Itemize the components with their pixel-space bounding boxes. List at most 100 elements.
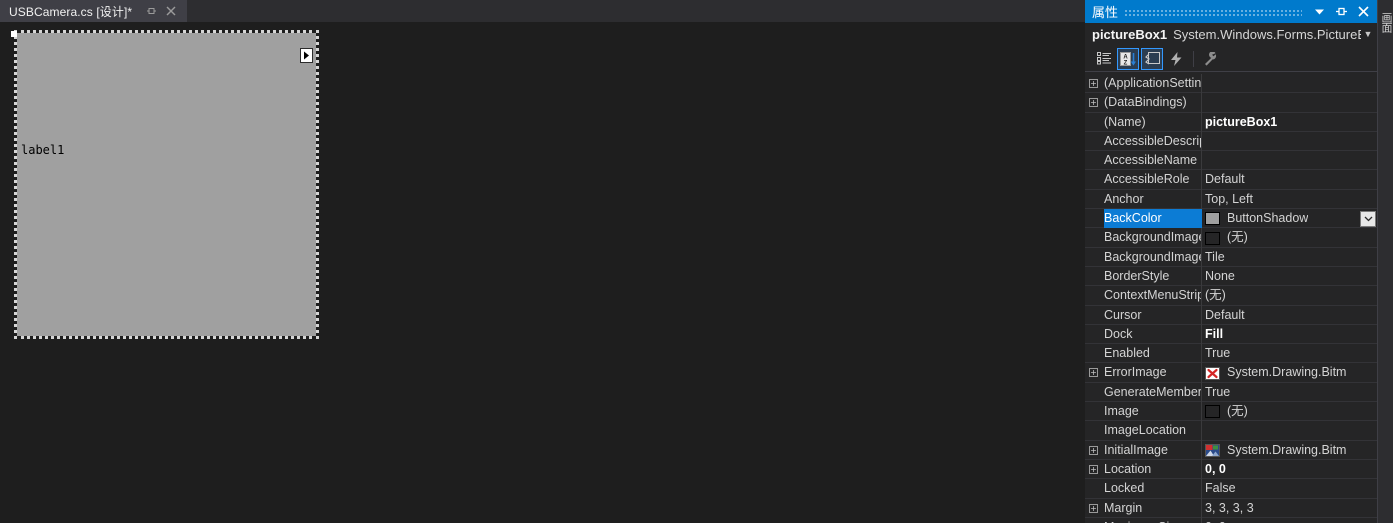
titlebar-drag-handle[interactable] [1124, 7, 1302, 16]
property-row-errorimage[interactable]: + ErrorImage System.Drawing.Bitm [1085, 363, 1377, 383]
property-value-cell[interactable]: Top, Left [1205, 190, 1375, 209]
property-value-cell[interactable] [1205, 74, 1375, 93]
close-icon[interactable] [162, 2, 180, 20]
column-divider[interactable] [1201, 459, 1202, 480]
property-value-cell[interactable]: Default [1205, 306, 1375, 325]
property-value-cell[interactable]: 0, 0 [1205, 518, 1375, 523]
column-divider[interactable] [1201, 517, 1202, 523]
designer-label-label1[interactable]: label1 [21, 143, 64, 157]
expand-icon[interactable]: + [1089, 503, 1098, 513]
property-value-cell[interactable]: System.Drawing.Bitm [1205, 363, 1375, 382]
property-value-cell[interactable]: (无) [1205, 402, 1375, 421]
color-swatch[interactable] [1205, 405, 1220, 419]
property-row-accessibledescription[interactable]: AccessibleDescription [1085, 131, 1377, 152]
column-divider[interactable] [1201, 112, 1202, 132]
property-row-enabled[interactable]: Enabled True [1085, 344, 1377, 364]
column-divider[interactable] [1201, 228, 1202, 248]
property-row-backgroundimagelay[interactable]: BackgroundImageLay Tile [1085, 247, 1377, 267]
column-divider[interactable] [1201, 286, 1202, 306]
property-grid[interactable]: + (ApplicationSettings) + (DataBindings) (Na… [1085, 74, 1377, 523]
property-value-cell[interactable]: Default [1205, 170, 1375, 189]
property-row-imagelocation[interactable]: ImageLocation [1085, 421, 1377, 441]
column-divider[interactable] [1201, 209, 1202, 229]
property-row-anchor[interactable]: Anchor Top, Left [1085, 189, 1377, 210]
property-row-name[interactable]: (Name) pictureBox1 [1085, 112, 1377, 132]
expand-icon[interactable]: + [1089, 98, 1098, 108]
chevron-down-icon[interactable] [1360, 210, 1376, 227]
property-value-cell[interactable]: False [1205, 479, 1375, 498]
expand-icon[interactable]: + [1089, 445, 1098, 455]
column-divider[interactable] [1201, 151, 1202, 171]
pin-icon[interactable] [142, 2, 160, 20]
property-row-accessiblename[interactable]: AccessibleName [1085, 151, 1377, 171]
property-pages-button[interactable] [1199, 48, 1221, 70]
pin-icon[interactable] [1330, 1, 1352, 23]
column-divider[interactable] [1201, 498, 1202, 518]
close-icon[interactable] [1352, 1, 1374, 23]
property-value-cell[interactable]: True [1205, 383, 1375, 402]
property-row-image[interactable]: Image (无) [1085, 402, 1377, 422]
property-row-accessiblerole[interactable]: AccessibleRole Default [1085, 170, 1377, 190]
property-value-cell[interactable] [1205, 132, 1375, 151]
document-tab-usbcamera[interactable]: USBCamera.cs [设计]* [0, 0, 187, 22]
column-divider[interactable] [1201, 266, 1202, 287]
property-value-cell[interactable] [1205, 151, 1375, 170]
column-divider[interactable] [1201, 402, 1202, 422]
property-row-contextmenustrip[interactable]: ContextMenuStrip (无) [1085, 286, 1377, 306]
property-value-cell[interactable]: (无) [1205, 228, 1375, 247]
expand-icon[interactable]: + [1089, 464, 1098, 474]
column-divider[interactable] [1201, 247, 1202, 267]
property-row-maximumsize[interactable]: +MaximumSize0, 0 [1085, 517, 1377, 523]
column-divider[interactable] [1201, 93, 1202, 113]
property-row-backcolor[interactable]: BackColor ButtonShadow [1085, 209, 1377, 229]
column-divider[interactable] [1201, 324, 1202, 345]
column-divider[interactable] [1201, 363, 1202, 383]
property-value-cell[interactable]: ButtonShadow [1205, 209, 1375, 228]
column-divider[interactable] [1201, 74, 1202, 94]
property-value-cell[interactable]: (无) [1205, 286, 1375, 305]
column-divider[interactable] [1201, 440, 1202, 460]
property-value-cell[interactable] [1205, 421, 1375, 440]
property-value-cell[interactable]: pictureBox1 [1205, 113, 1375, 132]
column-divider[interactable] [1201, 344, 1202, 364]
events-button[interactable] [1165, 48, 1187, 70]
property-value-cell[interactable]: 3, 3, 3, 3 [1205, 499, 1375, 518]
autohide-tab-0[interactable]: 画面 [1378, 2, 1393, 42]
column-divider[interactable] [1201, 382, 1202, 403]
property-row-cursor[interactable]: Cursor Default [1085, 305, 1377, 325]
column-divider[interactable] [1201, 189, 1202, 210]
property-value-cell[interactable]: 0, 0 [1205, 460, 1375, 479]
column-divider[interactable] [1201, 305, 1202, 325]
column-divider[interactable] [1201, 131, 1202, 152]
expand-icon[interactable]: + [1089, 79, 1098, 88]
column-divider[interactable] [1201, 479, 1202, 499]
property-row-borderstyle[interactable]: BorderStyle None [1085, 266, 1377, 287]
chevron-down-icon[interactable] [1308, 1, 1330, 23]
property-row-location[interactable]: + Location 0, 0 [1085, 459, 1377, 480]
property-row-margin[interactable]: + Margin 3, 3, 3, 3 [1085, 498, 1377, 518]
property-value-cell[interactable]: System.Drawing.Bitm [1205, 441, 1375, 460]
selected-object-row[interactable]: pictureBox1 System.Windows.Forms.Picture… [1085, 23, 1377, 45]
color-swatch[interactable] [1205, 231, 1220, 245]
property-row-generatemember[interactable]: GenerateMember True [1085, 382, 1377, 403]
smart-tag-arrow-icon[interactable] [300, 48, 313, 63]
property-row-initialimage[interactable]: + InitialImage System.Drawing.Bitm [1085, 440, 1377, 460]
property-value-cell[interactable]: Tile [1205, 248, 1375, 267]
properties-button[interactable] [1141, 47, 1163, 70]
chevron-down-icon[interactable]: ▼ [1361, 29, 1375, 39]
property-value-cell[interactable]: True [1205, 344, 1375, 363]
expand-icon[interactable]: + [1089, 368, 1098, 378]
column-divider[interactable] [1201, 170, 1202, 190]
property-row-dock[interactable]: Dock Fill [1085, 324, 1377, 345]
property-row-locked[interactable]: Locked False [1085, 479, 1377, 499]
property-value-cell[interactable] [1205, 93, 1375, 112]
categorized-view-button[interactable] [1093, 48, 1115, 70]
property-row-databindings[interactable]: + (DataBindings) [1085, 93, 1377, 113]
picturebox-control[interactable]: label1 [17, 33, 316, 336]
property-row-backgroundimage[interactable]: BackgroundImage (无) [1085, 228, 1377, 248]
column-divider[interactable] [1201, 421, 1202, 441]
property-value-cell[interactable]: None [1205, 267, 1375, 286]
property-row-applicationsettings[interactable]: + (ApplicationSettings) [1085, 74, 1377, 94]
color-swatch[interactable] [1205, 212, 1220, 226]
alphabetical-view-button[interactable]: A Z [1117, 47, 1139, 70]
